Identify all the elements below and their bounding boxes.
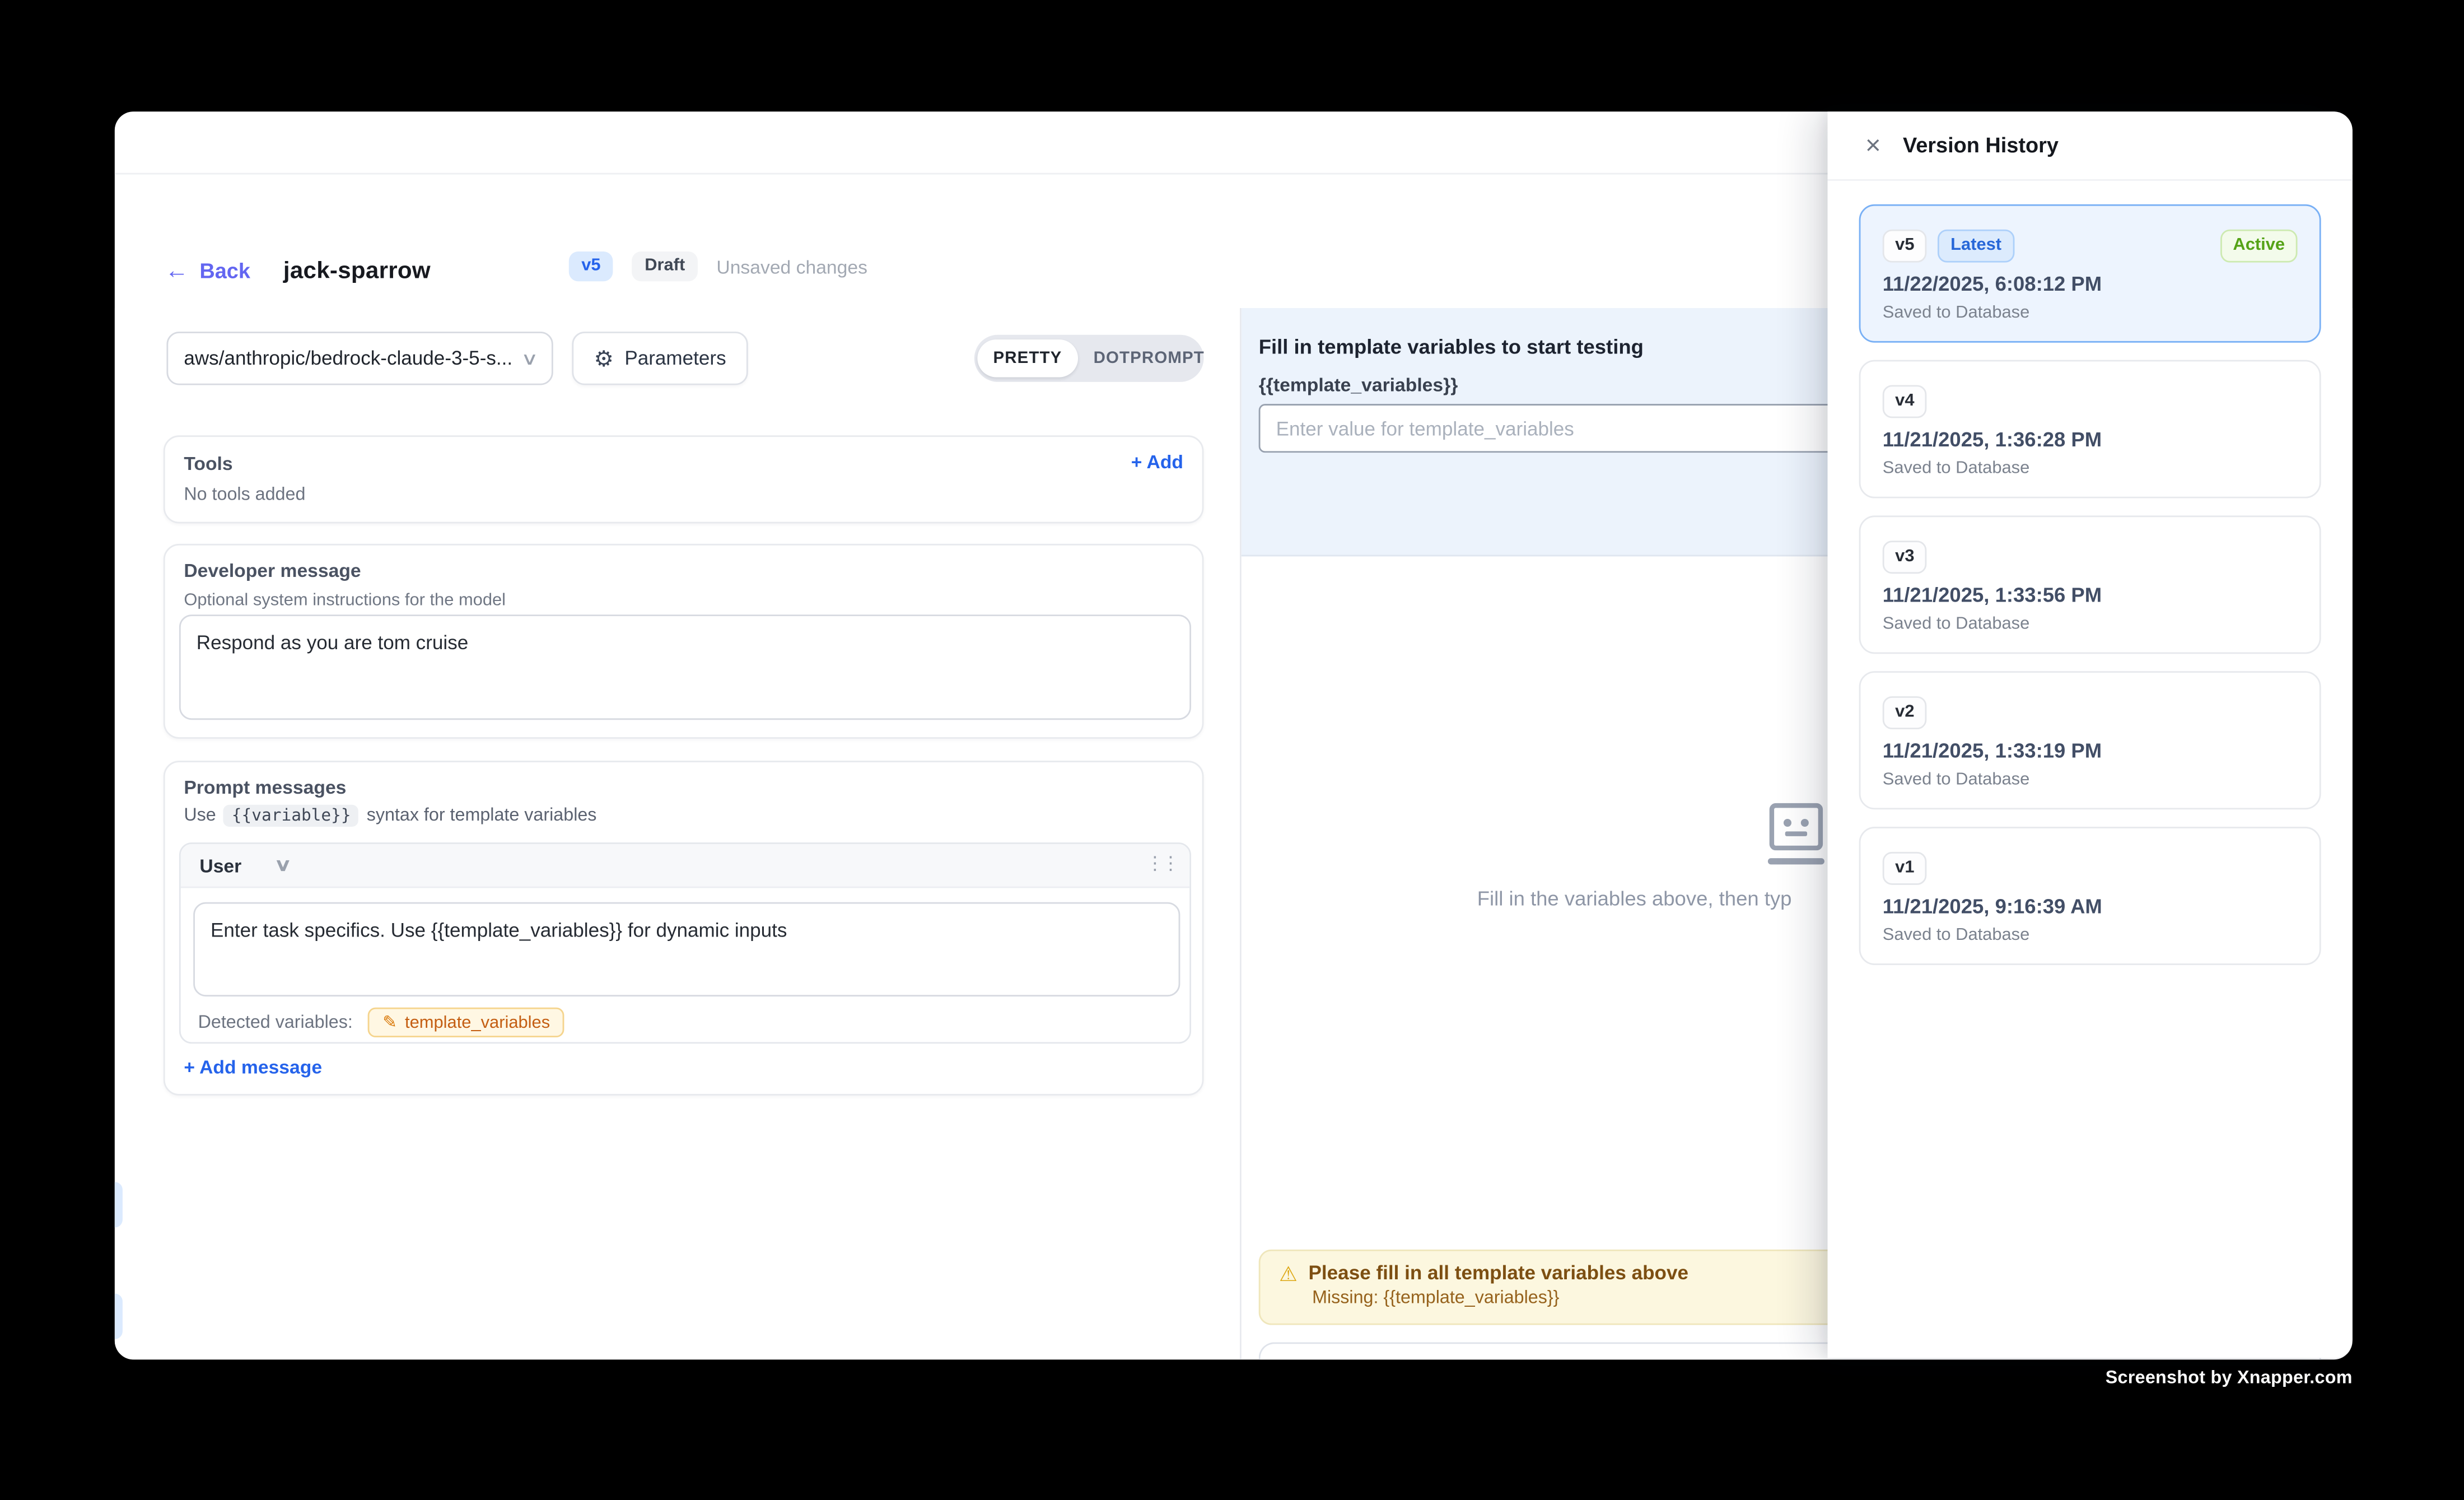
version-status: Saved to Database	[1883, 304, 2030, 323]
version-timestamp: 11/21/2025, 1:33:19 PM	[1883, 739, 2102, 762]
model-select[interactable]: aws/anthropic/bedrock-claude-3-5-s... ∨	[166, 332, 553, 385]
latest-badge: Latest	[1938, 230, 2014, 262]
prompt-messages-title: Prompt messages	[184, 776, 346, 798]
add-tool-button[interactable]: + Add	[1131, 451, 1183, 473]
template-variable-label: {{template_variables}}	[1259, 374, 1458, 396]
developer-message-textarea[interactable]: Respond as you are tom cruise	[179, 614, 1191, 720]
active-badge: Active	[2220, 230, 2298, 262]
version-badge: v5	[569, 251, 613, 282]
add-message-button[interactable]: + Add message	[184, 1056, 322, 1078]
version-status: Saved to Database	[1883, 459, 2030, 478]
pencil-icon: ✎	[382, 1012, 397, 1032]
parameters-button[interactable]: ⚙ Parameters	[572, 332, 748, 385]
chevron-down-icon: ∨	[273, 855, 291, 875]
version-card-v2[interactable]: v2 11/21/2025, 1:33:19 PM Saved to Datab…	[1859, 671, 2321, 809]
version-timestamp: 11/21/2025, 1:33:56 PM	[1883, 583, 2102, 607]
message-block: User ∨ ⋮⋮ Enter task specifics. Use {{te…	[179, 842, 1191, 1044]
parameters-label: Parameters	[624, 347, 726, 369]
back-button[interactable]: ← Back	[165, 259, 250, 282]
tools-card: Tools + Add No tools added	[164, 435, 1204, 523]
hint-suffix: syntax for template variables	[367, 807, 597, 826]
version-id-badge: v4	[1883, 385, 1927, 417]
developer-message-subtitle: Optional system instructions for the mod…	[184, 591, 506, 610]
chevron-down-icon: ∨	[521, 348, 539, 369]
format-toggle: PRETTY DOTPROMPT	[974, 335, 1204, 382]
variable-syntax-hint: Use {{variable}} syntax for template var…	[184, 805, 596, 827]
version-status: Saved to Database	[1883, 614, 2030, 633]
robot-face-icon	[1770, 803, 1824, 864]
version-status: Saved to Database	[1883, 770, 2030, 789]
toggle-pretty[interactable]: PRETTY	[977, 339, 1077, 377]
tester-title: Fill in template variables to start test…	[1259, 335, 1644, 358]
warning-title: Please fill in all template variables ab…	[1309, 1262, 1688, 1284]
gear-icon: ⚙	[594, 347, 613, 369]
model-select-value: aws/anthropic/bedrock-claude-3-5-s...	[184, 347, 523, 369]
warning-icon: ⚠	[1279, 1263, 1298, 1283]
version-timestamp: 11/21/2025, 9:16:39 AM	[1883, 895, 2102, 918]
message-textarea[interactable]: Enter task specifics. Use {{template_var…	[193, 902, 1180, 996]
detected-variables-label: Detected variables:	[198, 1013, 353, 1032]
tools-empty-text: No tools added	[184, 486, 305, 505]
hint-prefix: Use	[184, 807, 216, 826]
page-title: jack-sparrow	[283, 257, 431, 284]
version-card-v4[interactable]: v4 11/21/2025, 1:36:28 PM Saved to Datab…	[1859, 360, 2321, 499]
version-id-badge: v3	[1883, 541, 1927, 573]
version-history-panel: × Version History v5 Latest Active 11/22…	[1828, 111, 2353, 1358]
version-id-badge: v2	[1883, 696, 1927, 729]
header-badges: v5 Draft Unsaved changes	[569, 251, 867, 282]
drag-handle-icon[interactable]: ⋮⋮	[1146, 852, 1177, 874]
toggle-dotprompt[interactable]: DOTPROMPT	[1078, 339, 1220, 377]
role-select[interactable]: User ∨	[199, 854, 288, 876]
watermark-text: Screenshot by Xnapper.com	[2106, 1369, 2353, 1388]
version-history-title: Version History	[1903, 134, 2059, 157]
detected-variables-row: Detected variables: ✎ template_variables	[198, 1008, 564, 1037]
screenshot-stage: ← Back jack-sparrow v5 Draft Unsaved cha…	[0, 0, 2464, 1500]
version-status: Saved to Database	[1883, 926, 2030, 945]
prompt-header-row: ← Back jack-sparrow v5 Draft Unsaved cha…	[165, 255, 431, 286]
tester-empty-text: Fill in the variables above, then typ	[1477, 887, 1792, 910]
version-card-v1[interactable]: v1 11/21/2025, 9:16:39 AM Saved to Datab…	[1859, 827, 2321, 965]
developer-message-title: Developer message	[184, 560, 361, 581]
version-id-badge: v5	[1883, 230, 1927, 262]
template-variable-name: template_variables	[405, 1013, 550, 1032]
draft-badge: Draft	[632, 251, 698, 282]
version-timestamp: 11/22/2025, 6:08:12 PM	[1883, 272, 2102, 295]
back-label: Back	[199, 259, 250, 282]
left-edge-marker	[115, 1293, 123, 1339]
version-id-badge: v1	[1883, 852, 1927, 884]
developer-message-card: Developer message Optional system instru…	[164, 544, 1204, 739]
close-icon[interactable]: ×	[1865, 131, 1881, 158]
role-value: User	[199, 854, 241, 876]
version-timestamp: 11/21/2025, 1:36:28 PM	[1883, 427, 2102, 451]
tools-title: Tools	[184, 453, 232, 474]
left-edge-marker	[115, 1182, 123, 1227]
message-header: User ∨ ⋮⋮	[181, 844, 1190, 888]
template-variable-chip[interactable]: ✎ template_variables	[368, 1008, 564, 1037]
version-card-v5[interactable]: v5 Latest Active 11/22/2025, 6:08:12 PM …	[1859, 204, 2321, 343]
editor-pane: aws/anthropic/bedrock-claude-3-5-s... ∨ …	[115, 308, 1242, 1359]
version-history-header: × Version History	[1828, 111, 2353, 180]
version-card-v3[interactable]: v3 11/21/2025, 1:33:56 PM Saved to Datab…	[1859, 515, 2321, 654]
prompt-messages-card: Prompt messages Use {{variable}} syntax …	[164, 761, 1204, 1096]
unsaved-changes-text: Unsaved changes	[716, 255, 867, 277]
back-arrow-icon: ←	[165, 259, 189, 282]
variable-code-chip: {{variable}}	[224, 805, 359, 827]
